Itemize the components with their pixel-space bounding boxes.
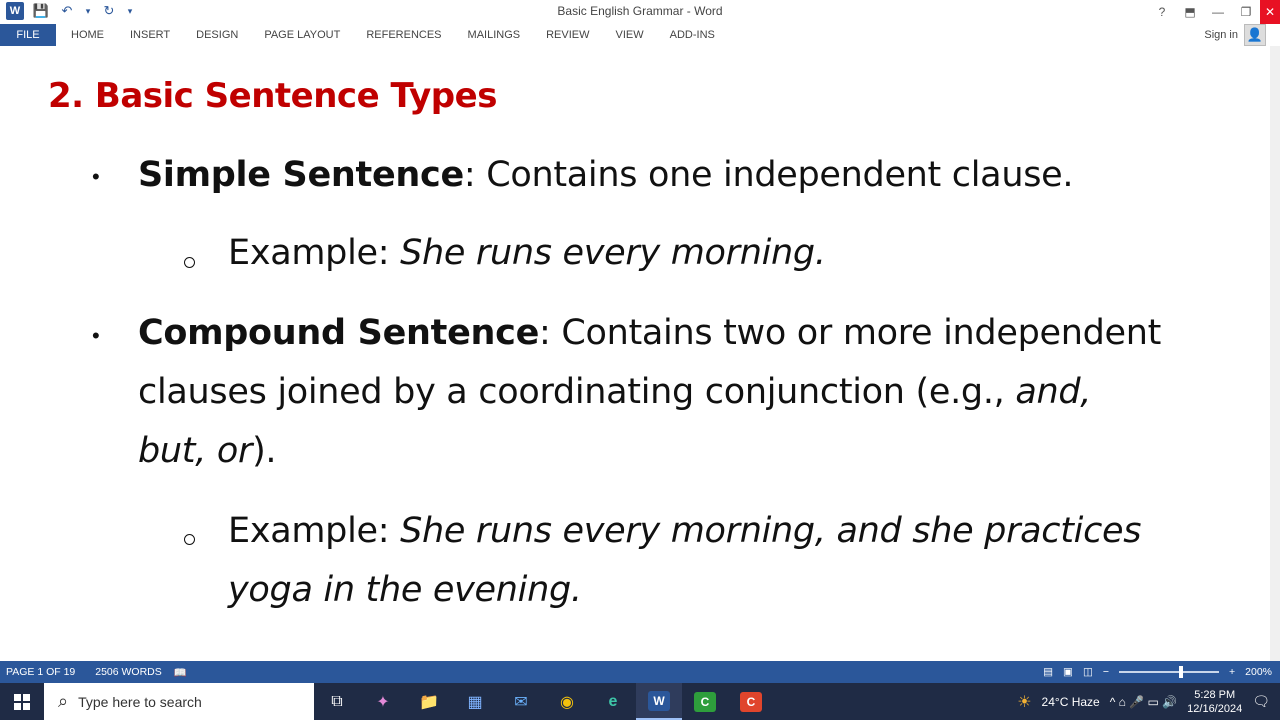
minimize-icon[interactable]: — xyxy=(1204,0,1232,24)
print-layout-icon[interactable]: ▣ xyxy=(1063,666,1073,678)
compound-definition-tail: ). xyxy=(252,431,277,471)
tab-references[interactable]: REFERENCES xyxy=(353,24,454,46)
zoom-slider-thumb[interactable] xyxy=(1179,666,1183,678)
clock-time: 5:28 PM xyxy=(1194,688,1236,701)
sign-in-link[interactable]: Sign in xyxy=(1204,29,1238,41)
tab-design[interactable]: DESIGN xyxy=(183,24,251,46)
copilot-icon[interactable]: ✦ xyxy=(360,683,406,720)
simple-sentence-line: Simple Sentence: Contains one independen… xyxy=(138,146,1074,205)
sign-in-area: Sign in 👤 xyxy=(1204,24,1266,46)
compound-italic-but-or: but, or xyxy=(138,431,253,471)
store-icon[interactable]: ▦ xyxy=(452,683,498,720)
vertical-scrollbar[interactable] xyxy=(1270,46,1280,661)
tab-insert[interactable]: INSERT xyxy=(117,24,183,46)
simple-sentence-definition: : Contains one independent clause. xyxy=(463,155,1074,195)
start-button[interactable] xyxy=(0,683,44,720)
compound-line-2: clauses joined by a coordinating conjunc… xyxy=(138,363,1238,422)
compound-example-line-2: yoga in the evening. xyxy=(228,561,1238,620)
windows-taskbar: ⌕ Type here to search ⧉ ✦ 📁 ▦ ✉ ◉ e W C … xyxy=(0,683,1280,720)
simple-example-line: Example: She runs every morning. xyxy=(228,224,826,283)
camtasia-editor-icon: C xyxy=(740,691,762,712)
tray-icons[interactable]: ^ ⌂ 🎤 ▭ 🔊 xyxy=(1110,695,1177,709)
tab-mailings[interactable]: MAILINGS xyxy=(455,24,534,46)
word-count[interactable]: 2506 WORDS xyxy=(81,666,168,678)
compound-definition-2: clauses joined by a coordinating conjunc… xyxy=(138,372,1016,412)
weather-text[interactable]: 24°C Haze xyxy=(1042,695,1100,709)
compound-definition-1: : Contains two or more independent xyxy=(539,313,1162,353)
camtasia-red-icon[interactable]: C xyxy=(728,683,774,720)
tab-home[interactable]: HOME xyxy=(56,24,117,46)
web-layout-icon[interactable]: ◫ xyxy=(1083,666,1093,678)
clock[interactable]: 5:28 PM 12/16/2024 xyxy=(1187,688,1242,716)
tab-add-ins[interactable]: ADD-INS xyxy=(657,24,728,46)
compound-example-text-2: yoga in the evening. xyxy=(228,570,582,610)
simple-example-text: She runs every morning. xyxy=(400,233,826,273)
taskbar-search[interactable]: ⌕ Type here to search xyxy=(44,683,314,720)
read-mode-icon[interactable]: ▤ xyxy=(1043,666,1053,678)
compound-example-label: Example: xyxy=(228,511,401,551)
mail-icon[interactable]: ✉ xyxy=(498,683,544,720)
word-taskbar-icon[interactable]: W xyxy=(636,683,682,720)
window-title: Basic English Grammar - Word xyxy=(557,4,723,18)
page-heading: 2. Basic Sentence Types xyxy=(48,76,497,116)
edge-icon[interactable]: e xyxy=(590,683,636,720)
restore-icon[interactable]: ❐ xyxy=(1232,0,1260,24)
simple-example-label: Example: xyxy=(228,233,401,273)
windows-logo-icon xyxy=(14,693,30,710)
file-explorer-icon[interactable]: 📁 xyxy=(406,683,452,720)
status-bar: PAGE 1 OF 19 2506 WORDS 📖 ▤ ▣ ◫ − + 200% xyxy=(0,661,1280,683)
title-bar: W 💾 ↶ ▾ ↻ ▾ Basic English Grammar - Word… xyxy=(0,0,1280,24)
camtasia-green-icon[interactable]: C xyxy=(682,683,728,720)
task-view-icon[interactable]: ⧉ xyxy=(314,683,360,720)
word-icon: W xyxy=(648,690,670,711)
ribbon-display-options-icon[interactable]: ⬒ xyxy=(1176,0,1204,24)
document-canvas[interactable]: 2. Basic Sentence Types • Simple Sentenc… xyxy=(0,46,1280,661)
compound-line-3: but, or). xyxy=(138,422,1238,481)
zoom-level[interactable]: 200% xyxy=(1245,666,1272,678)
zoom-controls: ▤ ▣ ◫ − + 200% xyxy=(1043,661,1272,683)
help-icon[interactable]: ? xyxy=(1148,0,1176,24)
avatar[interactable]: 👤 xyxy=(1244,24,1266,46)
search-placeholder: Type here to search xyxy=(78,693,202,710)
bullet-compound-sentence: • xyxy=(92,323,100,348)
tab-view[interactable]: VIEW xyxy=(603,24,657,46)
bullet-simple-sentence: • xyxy=(92,164,100,189)
sub-bullet-simple-example xyxy=(184,257,195,268)
compound-italic-and: and, xyxy=(1015,372,1092,412)
clock-date: 12/16/2024 xyxy=(1187,702,1243,715)
tab-review[interactable]: REVIEW xyxy=(533,24,602,46)
tab-file[interactable]: FILE xyxy=(0,24,56,46)
page-indicator[interactable]: PAGE 1 OF 19 xyxy=(0,666,81,678)
compound-line-1: Compound Sentence: Contains two or more … xyxy=(138,304,1238,363)
compound-example-line-1: Example: She runs every morning, and she… xyxy=(228,502,1238,561)
zoom-in-button[interactable]: + xyxy=(1229,666,1235,678)
camtasia-recorder-icon: C xyxy=(694,691,716,712)
compound-example-paragraph: Example: She runs every morning, and she… xyxy=(228,502,1238,620)
compound-sentence-term: Compound Sentence xyxy=(138,313,540,353)
compound-example-text-1: She runs every morning, and she practice… xyxy=(400,511,1142,551)
zoom-out-button[interactable]: − xyxy=(1103,666,1109,678)
weather-icon[interactable]: ☀ xyxy=(1017,692,1031,712)
zoom-slider[interactable] xyxy=(1119,666,1219,678)
notification-icon[interactable]: 🗨 xyxy=(1252,693,1270,710)
ribbon-tabs: FILE HOME INSERT DESIGN PAGE LAYOUT REFE… xyxy=(0,24,1280,46)
sub-bullet-compound-example xyxy=(184,534,195,545)
proofing-icon[interactable]: 📖 xyxy=(168,666,193,679)
chrome-icon[interactable]: ◉ xyxy=(544,683,590,720)
system-tray: ☀ 24°C Haze ^ ⌂ 🎤 ▭ 🔊 5:28 PM 12/16/2024… xyxy=(1017,683,1280,720)
close-icon[interactable]: ✕ xyxy=(1260,0,1280,24)
window-controls: ? ⬒ — ❐ ✕ xyxy=(1148,0,1280,24)
simple-sentence-term: Simple Sentence xyxy=(138,155,464,195)
search-icon: ⌕ xyxy=(58,691,69,711)
compound-sentence-paragraph: Compound Sentence: Contains two or more … xyxy=(138,304,1238,481)
tab-page-layout[interactable]: PAGE LAYOUT xyxy=(251,24,353,46)
